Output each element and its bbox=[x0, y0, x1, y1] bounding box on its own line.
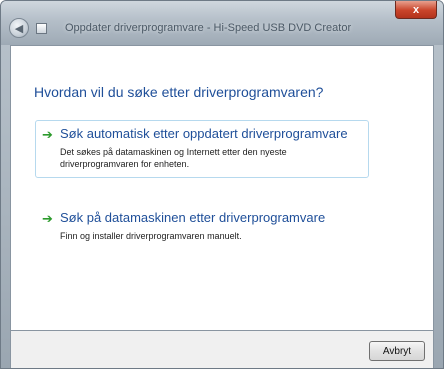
option-title: Søk på datamaskinen etter driverprogramv… bbox=[60, 210, 326, 225]
option-description: Finn og installer driverprogramvaren man… bbox=[60, 231, 242, 241]
wizard-window: x ◀ Oppdater driverprogramvare - Hi-Spee… bbox=[0, 0, 444, 369]
content-panel: Hvordan vil du søke etter driverprogramv… bbox=[10, 45, 434, 331]
back-arrow-icon: ◀ bbox=[14, 22, 24, 35]
device-icon bbox=[36, 23, 47, 34]
option-title: Søk automatisk etter oppdatert driverpro… bbox=[60, 126, 348, 141]
option-browse-computer[interactable]: ➔ Søk på datamaskinen etter driverprogra… bbox=[35, 204, 369, 250]
close-button[interactable]: x bbox=[395, 1, 437, 19]
button-bar: Avbryt bbox=[10, 331, 434, 368]
green-arrow-icon: ➔ bbox=[42, 127, 53, 142]
close-icon: x bbox=[412, 3, 420, 16]
cancel-button[interactable]: Avbryt bbox=[369, 341, 425, 361]
page-heading: Hvordan vil du søke etter driverprogramv… bbox=[34, 84, 324, 100]
green-arrow-icon: ➔ bbox=[42, 211, 53, 226]
option-search-automatically[interactable]: ➔ Søk automatisk etter oppdatert driverp… bbox=[35, 120, 369, 178]
option-description: Det søkes på datamaskinen og Internett e… bbox=[60, 147, 287, 169]
back-button[interactable]: ◀ bbox=[9, 18, 29, 38]
title-bar[interactable]: x ◀ Oppdater driverprogramvare - Hi-Spee… bbox=[1, 1, 443, 45]
window-title: Oppdater driverprogramvare - Hi-Speed US… bbox=[65, 22, 352, 34]
